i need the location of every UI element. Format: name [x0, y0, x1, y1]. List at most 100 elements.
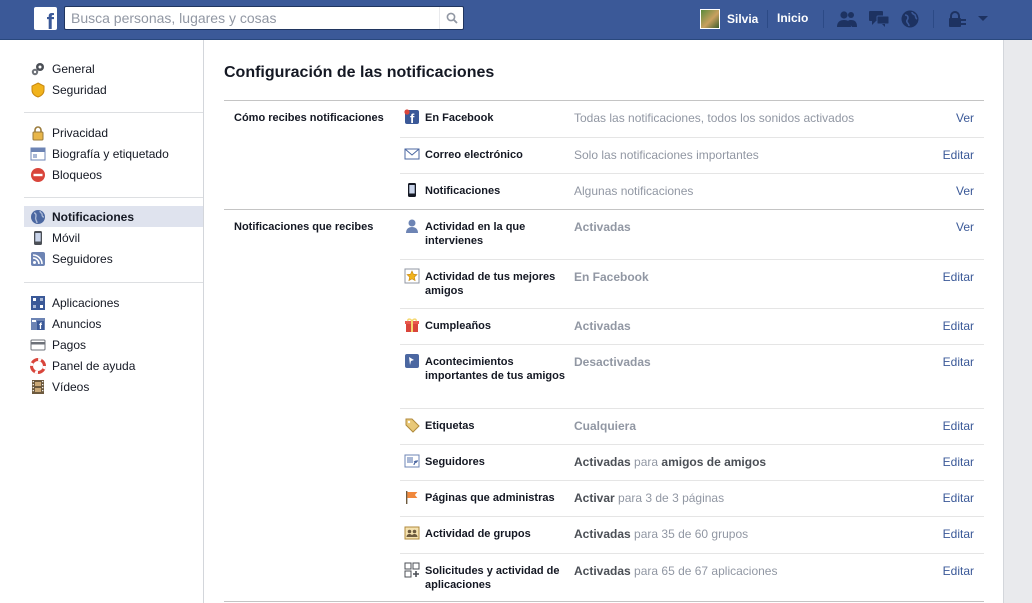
- sidebar-divider: [24, 112, 203, 113]
- settings-card: General Seguridad Privacidad Biografía y…: [0, 40, 1004, 603]
- sidebar-item-label: Vídeos: [52, 379, 90, 394]
- edit-link[interactable]: Editar: [943, 148, 974, 162]
- sidebar-item-label: Pagos: [52, 337, 87, 352]
- row-name: Acontecimientos importantes de tus amigo…: [425, 356, 565, 382]
- sidebar-group-notifications: Notificaciones Móvil Seguidores: [24, 206, 203, 269]
- sidebar-item-timeline-tagging[interactable]: Biografía y etiquetado: [24, 143, 203, 164]
- row-value: En Facebook: [574, 270, 649, 284]
- row-name: En Facebook: [425, 112, 494, 124]
- edit-link[interactable]: Editar: [943, 455, 974, 469]
- lifebuoy-icon: [30, 357, 46, 374]
- edit-link[interactable]: Editar: [943, 319, 974, 333]
- sidebar-item-followers[interactable]: Seguidores: [24, 248, 203, 269]
- friend-requests-icon[interactable]: [836, 9, 858, 29]
- sidebar-item-ads[interactable]: f Anuncios: [24, 313, 203, 334]
- sidebar-item-apps[interactable]: Aplicaciones: [24, 292, 203, 313]
- sidebar-divider: [24, 197, 203, 198]
- sidebar-item-payments[interactable]: Pagos: [24, 334, 203, 355]
- sidebar-divider: [24, 282, 203, 283]
- nav-separator: [823, 10, 824, 28]
- row-value: Todas las notificaciones, todos los soni…: [574, 111, 855, 125]
- avatar[interactable]: [700, 9, 720, 29]
- settings-row-on-facebook[interactable]: f En Facebook Todas las notificaciones, …: [400, 101, 984, 137]
- settings-row-group-activity[interactable]: Actividad de grupos Activadas para 35 de…: [400, 516, 984, 553]
- notifications-globe-icon[interactable]: [899, 9, 921, 29]
- sidebar-item-videos[interactable]: Vídeos: [24, 376, 203, 397]
- sidebar-item-label: Seguidores: [52, 251, 113, 266]
- life-event-flag-icon: [404, 353, 420, 369]
- sidebar-group-account: General Seguridad: [24, 58, 203, 100]
- settings-row-close-friends-activity[interactable]: Actividad de tus mejores amigos En Faceb…: [400, 259, 984, 308]
- facebook-logo-icon[interactable]: f: [34, 7, 57, 30]
- row-value: Activadas para 35 de 60 grupos: [574, 527, 749, 541]
- globe-icon: [30, 209, 46, 225]
- sidebar-item-label: Móvil: [52, 230, 81, 245]
- sidebar-item-privacy[interactable]: Privacidad: [24, 122, 203, 143]
- sidebar-item-general[interactable]: General: [24, 58, 203, 79]
- row-value: Activadas para 65 de 67 aplicaciones: [574, 564, 778, 578]
- privacy-lock-icon[interactable]: [946, 9, 968, 29]
- section-label: Notificaciones que recibes: [234, 221, 374, 233]
- row-value: Activadas: [574, 319, 631, 333]
- sidebar-item-label: General: [52, 61, 95, 76]
- search-box[interactable]: [64, 6, 464, 30]
- apps-icon: [30, 295, 46, 311]
- edit-link[interactable]: Editar: [943, 491, 974, 505]
- row-name: Actividad de tus mejores amigos: [425, 271, 556, 297]
- row-value: Activadas para amigos de amigos: [574, 455, 767, 469]
- top-bar: f Silvia Inicio: [0, 0, 1032, 40]
- ads-icon: f: [30, 316, 46, 332]
- envelope-icon: [404, 146, 420, 162]
- sidebar-item-notifications[interactable]: Notificaciones: [24, 206, 203, 227]
- nav-separator: [767, 10, 768, 28]
- row-value: Desactivadas: [574, 355, 651, 369]
- home-link[interactable]: Inicio: [777, 11, 808, 25]
- gears-icon: [30, 61, 46, 77]
- svg-text:f: f: [410, 111, 415, 125]
- sidebar-group-apps: Aplicaciones f Anuncios Pagos Panel de a…: [24, 292, 203, 397]
- sidebar-item-support-dashboard[interactable]: Panel de ayuda: [24, 355, 203, 376]
- sidebar-item-label: Seguridad: [52, 82, 107, 97]
- view-link[interactable]: Ver: [956, 111, 974, 125]
- edit-link[interactable]: Editar: [943, 527, 974, 541]
- view-link[interactable]: Ver: [956, 184, 974, 198]
- sidebar-item-security[interactable]: Seguridad: [24, 79, 203, 100]
- sidebar-item-label: Anuncios: [52, 316, 102, 331]
- film-icon: [30, 379, 46, 395]
- credit-card-icon: [30, 337, 46, 353]
- sidebar-item-mobile[interactable]: Móvil: [24, 227, 203, 248]
- row-name: Etiquetas: [425, 420, 475, 432]
- row-name: Correo electrónico: [425, 149, 523, 161]
- shield-badge-icon: [30, 81, 46, 98]
- gift-icon: [404, 317, 420, 333]
- sidebar-item-blocking[interactable]: Bloqueos: [24, 164, 203, 185]
- tag-icon: [404, 417, 420, 433]
- search-input[interactable]: [65, 7, 437, 29]
- sidebar-item-label: Bloqueos: [52, 167, 103, 182]
- timeline-icon: [30, 146, 46, 162]
- settings-row-birthdays[interactable]: Cumpleaños Activadas Editar: [400, 308, 984, 344]
- account-menu-chevron-icon[interactable]: [972, 9, 994, 29]
- settings-row-tags[interactable]: Etiquetas Cualquiera Editar: [400, 408, 984, 444]
- profile-link[interactable]: Silvia: [700, 7, 758, 31]
- settings-row-friends-life-events[interactable]: Acontecimientos importantes de tus amigo…: [400, 344, 984, 408]
- edit-link[interactable]: Editar: [943, 270, 974, 284]
- settings-row-pages-you-manage[interactable]: Páginas que administras Activar para 3 d…: [400, 480, 984, 516]
- edit-link[interactable]: Editar: [943, 564, 974, 578]
- section-label: Cómo recibes notificaciones: [234, 112, 384, 124]
- settings-row-activity-involving-you[interactable]: Actividad en la que intervienes Activada…: [400, 210, 984, 259]
- edit-link[interactable]: Editar: [943, 355, 974, 369]
- page-title: Configuración de las notificaciones: [224, 64, 495, 81]
- search-button[interactable]: [439, 7, 463, 29]
- settings-sidebar: General Seguridad Privacidad Biografía y…: [0, 40, 204, 603]
- settings-row-followers[interactable]: Seguidores Activadas para amigos de amig…: [400, 444, 984, 480]
- settings-row-app-requests-activity[interactable]: Solicitudes y actividad de aplicaciones …: [400, 553, 984, 602]
- settings-row-email[interactable]: Correo electrónico Solo las notificacion…: [400, 137, 984, 173]
- sidebar-item-label: Privacidad: [52, 125, 109, 140]
- user-name[interactable]: Silvia: [727, 12, 758, 26]
- messages-icon[interactable]: [868, 9, 890, 29]
- row-name: Actividad en la que intervienes: [425, 221, 526, 247]
- view-link[interactable]: Ver: [956, 220, 974, 234]
- edit-link[interactable]: Editar: [943, 419, 974, 433]
- settings-row-push-notifications[interactable]: Notificaciones Algunas notificaciones Ve…: [400, 173, 984, 209]
